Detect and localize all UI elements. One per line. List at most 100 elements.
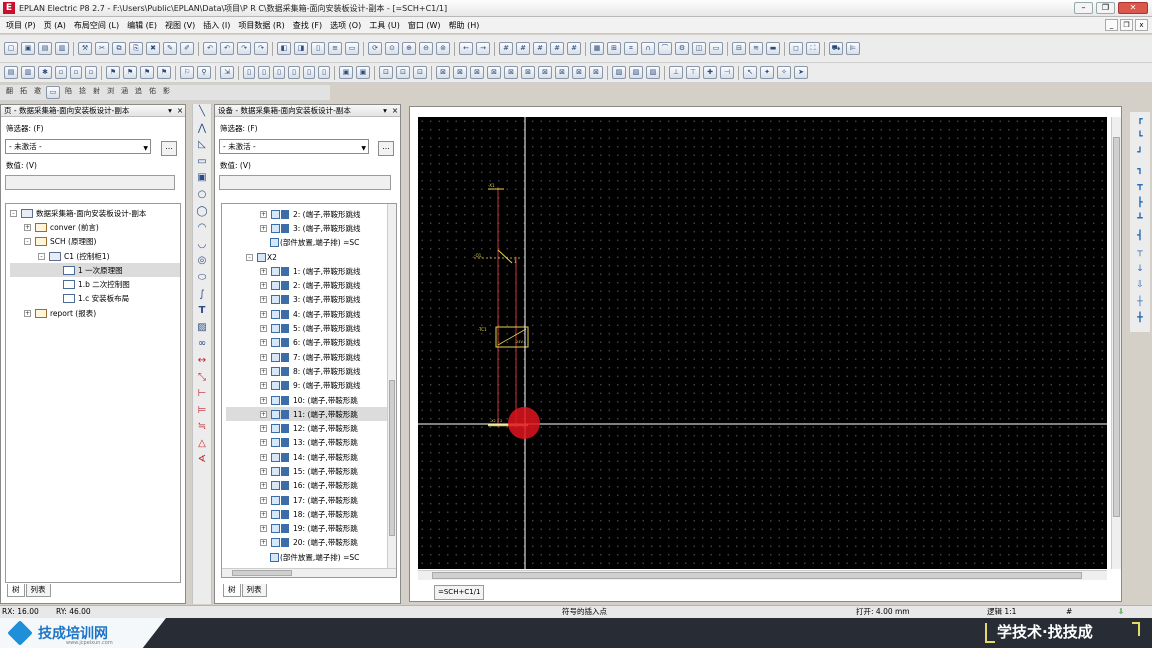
flag-e-icon[interactable]: ⚐ [180,66,194,79]
network-icon[interactable]: ≋ [749,42,763,55]
flag-c-icon[interactable]: ⚑ [140,66,154,79]
terminal-item[interactable]: +3: (端子,带鞍形跳线 [226,221,396,235]
corner-c-icon[interactable]: ┛ [1130,145,1150,162]
sym-j-icon[interactable]: ⊠ [538,66,552,79]
corner-a-icon[interactable]: ┏ [1130,112,1150,129]
collapse-icon[interactable]: - [246,253,253,261]
tool-c-icon[interactable]: ◫ [692,42,706,55]
arrow-b-icon[interactable]: ✦ [760,66,774,79]
select-icon[interactable]: ◻ [789,42,803,55]
jump-icon[interactable]: ╋ [1130,310,1150,327]
connect-d-icon[interactable]: ⊣ [720,66,734,79]
parts-icon[interactable]: ⊫ [846,42,860,55]
undo-list-icon[interactable]: ↶ [220,42,234,55]
sym-e-icon[interactable]: ⊠ [453,66,467,79]
hatch-c-icon[interactable]: ▨ [646,66,660,79]
redo-icon[interactable]: ↷ [237,42,251,55]
tab-tree[interactable]: 树 [7,584,25,597]
canvas-hscrollbar[interactable] [418,570,1107,580]
circle-icon[interactable]: ○ [193,187,211,204]
print-icon[interactable]: ▥ [55,42,69,55]
measure-icon[interactable]: ⊟ [732,42,746,55]
menu-project-data[interactable]: 项目数据 (R) [238,20,284,31]
terminal-item[interactable]: +13: (端子,带鞍形跳 [226,436,396,450]
gray-a-icon[interactable]: ▫ [55,66,67,79]
sym-l-icon[interactable]: ⊠ [572,66,586,79]
page-list-icon[interactable]: ≡ [328,42,342,55]
expand-icon[interactable]: + [260,267,267,275]
grid-b-icon[interactable]: # [516,42,530,55]
expand-icon[interactable]: + [260,282,267,290]
corner-b-icon[interactable]: ┗ [1130,129,1150,146]
gray-b-icon[interactable]: ▫ [70,66,82,79]
collapse-icon[interactable]: - [38,252,45,260]
snap-icon[interactable]: ⊞ [607,42,621,55]
text-tool-8[interactable]: 追 [133,86,144,99]
pin-icon[interactable]: ⚲ [197,66,211,79]
frame-icon[interactable]: ▭ [46,86,60,99]
page-tree-item[interactable]: + conver (前言) [10,220,180,234]
placement-item[interactable]: (部件放置,端子排) =SC [226,236,396,250]
grid-toggle-icon[interactable]: ▦ [590,42,604,55]
back-icon[interactable]: ← [459,42,473,55]
terminal-item[interactable]: +6: (端子,带鞍形跳线 [226,336,396,350]
dimension-e-icon[interactable]: ≒ [193,419,211,436]
device-tree-hscrollbar[interactable] [222,568,396,577]
text-tool-3[interactable]: 陷 [63,86,74,99]
sym-i-icon[interactable]: ⊠ [521,66,535,79]
canvas-hscroll-thumb[interactable] [432,572,1082,579]
page-tab[interactable]: =SCH+C1/1 [434,585,484,600]
expand-icon[interactable]: + [260,325,267,333]
tab-list[interactable]: 列表 [241,584,267,597]
terminal-item[interactable]: +20: (端子,带鞍形跳 [226,536,396,550]
expand-icon[interactable]: + [260,453,267,461]
menu-options[interactable]: 选项 (O) [330,20,361,31]
undo-icon[interactable]: ↶ [203,42,217,55]
flag-d-icon[interactable]: ⚑ [157,66,171,79]
restore-button[interactable]: ❐ [1096,2,1115,14]
tab-list[interactable]: 列表 [25,584,51,597]
text-tool-6[interactable]: 浏 [105,86,116,99]
expand-icon[interactable]: + [260,525,267,533]
rectangle-b-icon[interactable]: ▣ [193,170,211,187]
tab-tree[interactable]: 树 [223,584,241,597]
menu-layout-space[interactable]: 布局空间 (L) [74,20,119,31]
flag-b-icon[interactable]: ⚑ [123,66,137,79]
terminal-strip-item[interactable]: - X2 [226,250,396,264]
doc-b-icon[interactable]: ▯ [258,66,270,79]
doc-c-icon[interactable]: ▯ [273,66,285,79]
filter-select[interactable]: - 未激活 - ▼ [219,139,369,154]
arc-icon[interactable]: ◠ [193,220,211,237]
page-tree-item[interactable]: 1.b 二次控制图 [10,277,180,291]
menu-project[interactable]: 项目 (P) [6,20,36,31]
dimension-d-icon[interactable]: ⊨ [193,403,211,420]
collapse-icon[interactable]: - [10,209,17,217]
minimize-button[interactable]: – [1074,2,1093,14]
polyline-icon[interactable]: ⋀ [193,121,211,138]
device-tree[interactable]: +2: (端子,带鞍形跳线 +3: (端子,带鞍形跳线 (部件放置,端子排) =SC… [221,203,397,578]
hscrollbar-thumb[interactable] [232,570,292,576]
tee-a-icon[interactable]: ┳ [1130,178,1150,195]
puzzle-icon[interactable]: ✱ [38,66,52,79]
spline-icon[interactable]: ∫ [193,287,211,304]
tee-d-icon[interactable]: ┫ [1130,228,1150,245]
menu-help[interactable]: 帮助 (H) [449,20,480,31]
arc-b-icon[interactable]: ◡ [193,237,211,254]
expand-icon[interactable]: + [260,482,267,490]
terminal-item[interactable]: +19: (端子,带鞍形跳 [226,522,396,536]
polygon-icon[interactable]: ◺ [193,137,211,154]
redo-list-icon[interactable]: ↷ [254,42,268,55]
filter-select[interactable]: - 未激活 - ▼ [5,139,151,154]
paste-icon[interactable]: ⎘ [129,42,143,55]
sym-k-icon[interactable]: ⊠ [555,66,569,79]
terminal-item[interactable]: +1: (端子,带鞍形跳线 [226,264,396,278]
text-tool-2[interactable]: 邀 [32,86,43,99]
expand-icon[interactable]: + [260,296,267,304]
fit-icon[interactable]: ⛶ [806,42,820,55]
refresh-icon[interactable]: ⟳ [368,42,382,55]
doc-e-icon[interactable]: ▯ [303,66,315,79]
text-tool-1[interactable]: 拓 [18,86,29,99]
page-next-icon[interactable]: ◨ [294,42,308,55]
connect-b-icon[interactable]: ⊤ [686,66,700,79]
terminal-item[interactable]: +3: (端子,带鞍形跳线 [226,293,396,307]
